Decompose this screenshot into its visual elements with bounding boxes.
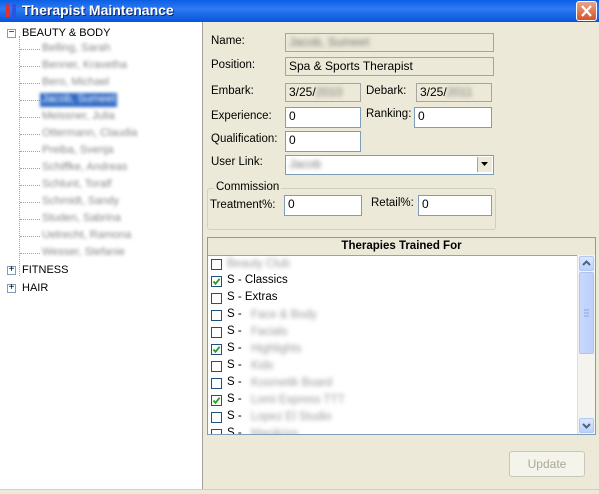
chevron-down-icon	[481, 162, 488, 166]
scroll-up-button[interactable]	[579, 256, 594, 271]
userlink-select[interactable]: Jacob	[285, 155, 494, 175]
experience-label: Experience:	[211, 110, 272, 122]
tree-leaf-therapist[interactable]: Bero, Michael	[42, 76, 109, 90]
therapy-checkbox[interactable]	[211, 327, 222, 338]
scroll-thumb[interactable]	[579, 272, 594, 354]
therapies-list-header: Therapies Trained For	[208, 238, 595, 256]
tree-leaf-therapist[interactable]: Schmidt, Sandy	[42, 195, 119, 209]
therapist-maintenance-window: Therapist Maintenance − BEAUTY & BODY Be…	[0, 0, 599, 494]
name-label: Name:	[211, 35, 245, 47]
tree-leaf-therapist[interactable]: Benner, Kravetha	[42, 59, 127, 73]
therapy-checkbox[interactable]	[211, 412, 222, 423]
tree-leaf-therapist[interactable]: Schiffke, Andreas	[42, 161, 127, 175]
title-bar: Therapist Maintenance	[0, 0, 599, 22]
retail-label: Retail%:	[371, 197, 414, 209]
position-label: Position:	[211, 59, 256, 71]
close-icon	[581, 5, 592, 17]
userlink-label: User Link:	[211, 156, 263, 168]
therapy-checkbox[interactable]	[211, 259, 222, 270]
tree-leaf-therapist[interactable]: Meissner, Julia	[42, 110, 115, 124]
tree-group-fitness[interactable]: FITNESS	[22, 264, 68, 276]
ranking-label: Ranking:	[366, 108, 412, 120]
grip-icon	[584, 309, 589, 317]
tree-group-beauty-body[interactable]: BEAUTY & BODY	[22, 27, 110, 39]
therapy-checkbox[interactable]	[211, 429, 222, 434]
embark-field: 3/25/2010	[285, 83, 361, 102]
treatment-input[interactable]: 0	[284, 195, 362, 216]
therapy-checkbox[interactable]	[211, 361, 222, 372]
debark-field: 3/25/2011	[416, 83, 492, 102]
update-button[interactable]: Update	[509, 451, 585, 477]
tree-leaf-therapist[interactable]: Ottermann, Claudia	[42, 127, 137, 141]
tree-leaf-therapist[interactable]: Wesser, Stefanie	[42, 246, 125, 260]
debark-label: Debark:	[366, 85, 407, 97]
tree-leaf-therapist[interactable]: Schlunt, Toralf	[42, 178, 112, 192]
expand-hair-toggle[interactable]: +	[7, 282, 16, 293]
window-bottom-edge	[0, 489, 599, 494]
embark-label: Embark:	[211, 85, 254, 97]
treatment-label: Treatment%:	[210, 199, 276, 211]
experience-input[interactable]: 0	[285, 107, 361, 128]
qualification-label: Qualification:	[211, 133, 278, 145]
name-field: Jacob, Sumeet	[285, 33, 494, 52]
position-field: Spa & Sports Therapist	[285, 57, 494, 76]
check-icon	[212, 346, 221, 354]
tree-leaf-therapist[interactable]: Preiba, Svenja	[42, 144, 114, 158]
qualification-input[interactable]: 0	[285, 131, 361, 152]
tree-leaf-therapist[interactable]: Uetrecht, Ramona	[42, 229, 131, 243]
therapy-checkbox[interactable]	[211, 378, 222, 389]
expand-beauty-body-toggle[interactable]: −	[7, 27, 16, 38]
tree-leaf-therapist[interactable]: Belling, Sarah	[42, 42, 111, 56]
ranking-input[interactable]: 0	[414, 107, 492, 128]
check-icon	[212, 278, 221, 286]
therapy-checkbox-checked[interactable]	[211, 344, 222, 355]
therapies-list[interactable]: Therapies Trained For Beauty Club S - Cl…	[207, 237, 596, 435]
therapy-checkbox[interactable]	[211, 293, 222, 304]
therapy-checkbox-checked[interactable]	[211, 395, 222, 406]
chevron-down-icon	[582, 423, 591, 429]
window-title: Therapist Maintenance	[22, 2, 174, 18]
retail-input[interactable]: 0	[418, 195, 492, 216]
close-button[interactable]	[576, 1, 597, 21]
chevron-up-icon	[582, 260, 591, 266]
tree-leaf-therapist[interactable]: Studen, Sabrina	[42, 212, 121, 226]
therapies-scrollbar[interactable]	[577, 255, 595, 434]
tree-leaf-therapist-selected[interactable]: Jacob, Sumeet	[40, 93, 118, 107]
scroll-down-button[interactable]	[579, 418, 594, 433]
therapy-checkbox[interactable]	[211, 310, 222, 321]
therapy-checkbox-checked[interactable]	[211, 276, 222, 287]
check-icon	[212, 397, 221, 405]
expand-fitness-toggle[interactable]: +	[7, 264, 16, 275]
people-icon	[6, 4, 16, 17]
commission-title: Commission	[214, 181, 282, 193]
tree-group-hair[interactable]: HAIR	[22, 282, 48, 294]
therapist-tree[interactable]: − BEAUTY & BODY Belling, Sarah Benner, K…	[0, 22, 203, 489]
combo-dropdown-button[interactable]	[477, 157, 492, 172]
